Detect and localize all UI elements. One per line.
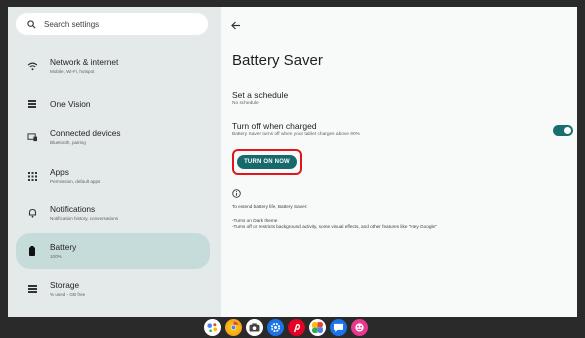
sidebar-item-label: Connected devices <box>50 128 121 138</box>
page-title: Battery Saver <box>232 52 323 69</box>
sidebar-item-onevision[interactable]: One Vision <box>16 94 210 114</box>
photos-icon[interactable] <box>309 319 326 336</box>
assistant-icon[interactable] <box>204 319 221 336</box>
back-arrow-icon[interactable] <box>231 17 241 35</box>
sidebar-item-label: Battery <box>50 242 77 252</box>
settings-screen: Search settings Network & internet Mobil… <box>8 7 577 317</box>
sidebar-item-apps[interactable]: Apps Permission, default apps <box>16 166 210 186</box>
footer-line-1: -Turns on Dark theme <box>232 218 278 223</box>
devices-icon <box>22 127 42 147</box>
taskbar-apps <box>204 319 368 336</box>
turn-on-now-button[interactable]: TURN ON NOW <box>237 155 297 169</box>
sidebar-item-label: Storage <box>50 280 80 290</box>
charged-title: Turn off when charged <box>232 121 317 131</box>
sidebar-item-battery[interactable]: Battery 100% <box>16 233 210 269</box>
bell-icon <box>22 203 42 223</box>
toggle-knob <box>564 127 571 134</box>
sidebar-item-label: One Vision <box>50 98 91 109</box>
game-icon[interactable] <box>351 319 368 336</box>
settings-icon[interactable] <box>267 319 284 336</box>
sidebar-item-label: Network & internet <box>50 57 119 67</box>
settings-sidebar: Search settings Network & internet Mobil… <box>8 7 221 317</box>
battery-icon <box>22 241 42 261</box>
camera-icon[interactable] <box>246 319 263 336</box>
sidebar-item-devices[interactable]: Connected devices Bluetooth, pairing <box>16 127 210 147</box>
search-bar[interactable]: Search settings <box>16 13 208 35</box>
footer-intro: To extend battery life, Battery Saver: <box>232 204 308 209</box>
sidebar-item-sublabel: 100% <box>50 254 62 259</box>
highlight-box: TURN ON NOW <box>232 149 302 175</box>
search-icon <box>20 19 42 29</box>
sidebar-item-sublabel: Permission, default apps <box>50 179 101 184</box>
taskbar <box>0 317 585 338</box>
sidebar-item-sublabel: Notification history, conversations <box>50 216 119 221</box>
sidebar-item-notifications[interactable]: Notifications Notification history, conv… <box>16 203 210 223</box>
info-icon <box>232 185 241 203</box>
sidebar-item-sublabel: % used - GB free <box>50 292 86 297</box>
grid-icon <box>22 94 42 114</box>
footer-line-2: -Turns off or restricts background activ… <box>232 224 437 229</box>
sidebar-item-sublabel: Mobile, Wi-Fi, hotspot <box>50 69 95 74</box>
chrome-icon[interactable] <box>225 319 242 336</box>
search-placeholder: Search settings <box>44 19 100 29</box>
sidebar-item-storage[interactable]: Storage % used - GB free <box>16 279 210 299</box>
apps-icon <box>22 166 42 186</box>
schedule-subtitle: No schedule <box>232 101 259 106</box>
charged-subtitle: Battery Saver turns off when your tablet… <box>232 132 360 137</box>
wifi-icon <box>22 56 42 76</box>
sidebar-item-label: Notifications <box>50 204 96 214</box>
storage-icon <box>22 279 42 299</box>
detail-pane: Battery Saver Set a schedule No schedule… <box>221 7 577 317</box>
schedule-title: Set a schedule <box>232 90 289 100</box>
charged-toggle[interactable] <box>553 125 573 136</box>
sidebar-item-sublabel: Bluetooth, pairing <box>50 140 86 145</box>
pinterest-icon[interactable] <box>288 319 305 336</box>
chat-icon[interactable] <box>330 319 347 336</box>
sidebar-item-network[interactable]: Network & internet Mobile, Wi-Fi, hotspo… <box>16 56 210 76</box>
sidebar-item-label: Apps <box>50 167 69 177</box>
